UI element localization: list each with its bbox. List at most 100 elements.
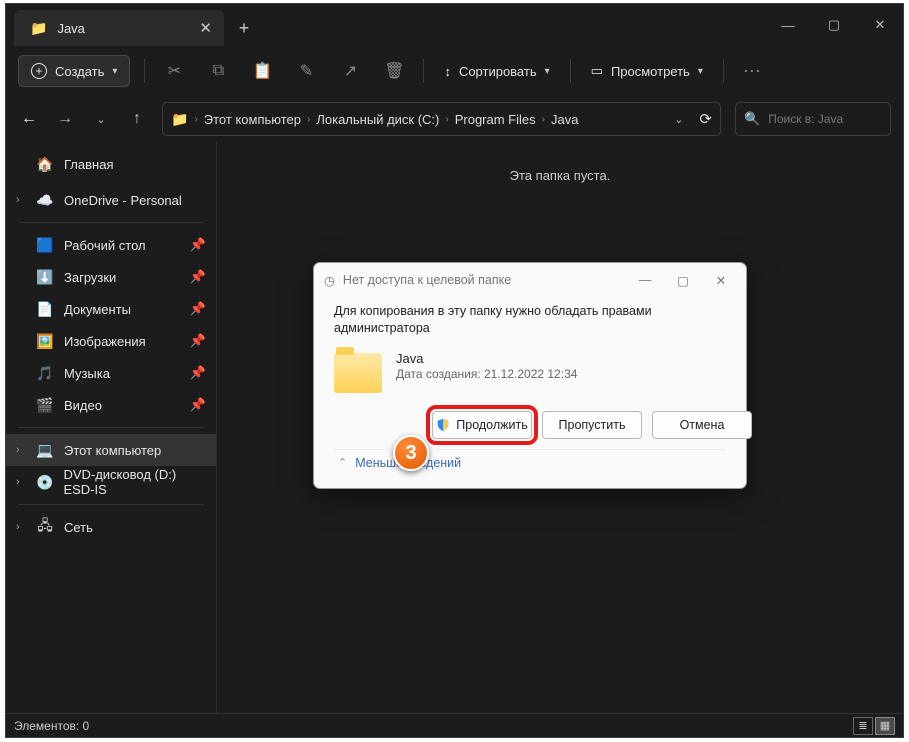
refresh-button[interactable]: ⟳ — [699, 110, 712, 128]
skip-button[interactable]: Пропустить — [542, 411, 642, 439]
forward-button[interactable]: → — [54, 110, 76, 128]
tab-java[interactable]: 📁 Java ✕ — [14, 10, 224, 46]
delete-icon[interactable]: 🗑 — [379, 61, 409, 81]
cancel-button[interactable]: Отмена — [652, 411, 752, 439]
search-box[interactable]: 🔍 — [735, 102, 891, 136]
chevron-right-icon[interactable]: › — [16, 476, 20, 488]
search-input[interactable] — [768, 112, 882, 126]
up-button[interactable]: ↑ — [126, 110, 148, 128]
details-view-button[interactable]: ≣ — [853, 717, 873, 735]
dialog-message: Для копирования в эту папку нужно облада… — [334, 303, 726, 337]
separator — [144, 59, 145, 83]
chevron-right-icon[interactable]: › — [16, 194, 20, 206]
sidebar-item-desktop[interactable]: 🟦 Рабочий стол 📌 — [6, 229, 216, 261]
item-count: Элементов: 0 — [14, 719, 89, 733]
minimize-button[interactable]: — — [765, 4, 811, 46]
folder-icon: 📁 — [171, 111, 188, 128]
close-window-button[interactable]: ✕ — [857, 4, 903, 46]
home-icon: 🏠 — [36, 156, 54, 173]
chevron-right-icon: › — [307, 114, 310, 125]
sidebar-item-label: Главная — [64, 157, 113, 172]
sidebar-item-documents[interactable]: 📄 Документы 📌 — [6, 293, 216, 325]
rename-icon[interactable]: ✎ — [291, 61, 321, 81]
create-button[interactable]: + Создать ▾ — [18, 55, 130, 87]
plus-icon: + — [31, 63, 47, 79]
maximize-button[interactable]: ▢ — [811, 4, 857, 46]
sidebar-item-home[interactable]: 🏠 Главная — [6, 148, 216, 180]
sidebar-item-label: Загрузки — [64, 270, 116, 285]
close-tab-icon[interactable]: ✕ — [199, 19, 212, 37]
sidebar-item-label: Этот компьютер — [64, 443, 161, 458]
separator — [723, 59, 724, 83]
paste-icon[interactable]: 📋 — [247, 61, 277, 81]
address-dropdown-icon[interactable]: ⌄ — [674, 113, 683, 126]
sidebar-item-label: Рабочий стол — [64, 238, 146, 253]
sidebar-item-downloads[interactable]: ⬇️ Загрузки 📌 — [6, 261, 216, 293]
separator — [423, 59, 424, 83]
breadcrumb-this-pc[interactable]: Этот компьютер › — [204, 112, 311, 127]
view-icon: ▭ — [591, 63, 603, 79]
sidebar-item-label: Изображения — [64, 334, 146, 349]
sort-dropdown[interactable]: ↕ Сортировать ▾ — [438, 55, 555, 87]
view-dropdown[interactable]: ▭ Просмотреть ▾ — [585, 55, 709, 87]
pin-icon: 📌 — [190, 269, 206, 285]
view-label: Просмотреть — [611, 64, 690, 79]
access-denied-dialog: ◷ Нет доступа к целевой папке — ▢ ✕ Для … — [313, 262, 747, 489]
nav-row: ← → ⌄ ↑ 📁 › Этот компьютер › Локальный д… — [6, 96, 903, 142]
sidebar-item-dvd[interactable]: › 💿 DVD-дисковод (D:) ESD-IS — [6, 466, 216, 498]
chevron-right-icon: › — [194, 114, 197, 125]
dialog-title: Нет доступа к целевой папке — [343, 273, 511, 287]
sidebar-item-onedrive[interactable]: › ☁️ OneDrive - Personal — [6, 184, 216, 216]
dialog-maximize-button[interactable]: ▢ — [668, 273, 698, 288]
sidebar-item-label: DVD-дисковод (D:) ESD-IS — [63, 467, 206, 497]
button-label: Пропустить — [559, 418, 626, 432]
dialog-close-button[interactable]: ✕ — [706, 273, 736, 288]
large-icons-view-button[interactable]: ▦ — [875, 717, 895, 735]
share-icon[interactable]: ↗ — [335, 61, 365, 81]
breadcrumb-drive-c[interactable]: Локальный диск (C:) › — [316, 112, 448, 127]
copy-icon[interactable]: ⧉ — [203, 62, 233, 80]
videos-icon: 🎬 — [36, 397, 54, 414]
chevron-down-icon: ▾ — [698, 66, 703, 77]
button-label: Продолжить — [456, 418, 527, 432]
dialog-minimize-button[interactable]: — — [630, 273, 660, 287]
recent-button[interactable]: ⌄ — [90, 113, 112, 126]
folder-date: Дата создания: 21.12.2022 12:34 — [396, 367, 577, 381]
separator — [18, 427, 204, 428]
chevron-down-icon: ▾ — [112, 66, 117, 77]
continue-button[interactable]: Продолжить — [432, 411, 532, 439]
sidebar-item-videos[interactable]: 🎬 Видео 📌 — [6, 389, 216, 421]
sidebar-item-label: Видео — [64, 398, 102, 413]
sidebar-item-label: OneDrive - Personal — [64, 193, 182, 208]
titlebar: 📁 Java ✕ + — ▢ ✕ — [6, 4, 903, 46]
new-tab-button[interactable]: + — [224, 10, 264, 46]
more-button[interactable]: ⋯ — [738, 61, 768, 82]
sidebar-item-label: Сеть — [64, 520, 93, 535]
sidebar-item-this-pc[interactable]: › 💻 Этот компьютер — [6, 434, 216, 466]
back-button[interactable]: ← — [18, 110, 40, 128]
chevron-right-icon[interactable]: › — [16, 521, 20, 533]
disc-icon: 💿 — [36, 474, 53, 491]
cut-icon[interactable]: ✂ — [159, 61, 189, 81]
sort-label: Сортировать — [459, 64, 537, 79]
sidebar-item-network[interactable]: › 🖧 Сеть — [6, 511, 216, 543]
sort-icon: ↕ — [444, 64, 451, 79]
search-icon: 🔍 — [744, 111, 760, 127]
breadcrumb-program-files[interactable]: Program Files › — [455, 112, 545, 127]
chevron-right-icon[interactable]: › — [16, 444, 20, 456]
chevron-right-icon: › — [542, 114, 545, 125]
onedrive-icon: ☁️ — [36, 192, 54, 209]
sidebar-item-pictures[interactable]: 🖼️ Изображения 📌 — [6, 325, 216, 357]
create-label: Создать — [55, 64, 104, 79]
sidebar-item-label: Документы — [64, 302, 131, 317]
breadcrumb-java[interactable]: Java — [551, 112, 578, 127]
status-bar: Элементов: 0 ≣ ▦ — [6, 713, 903, 737]
pin-icon: 📌 — [190, 397, 206, 413]
sidebar: 🏠 Главная › ☁️ OneDrive - Personal 🟦 Раб… — [6, 142, 216, 713]
pc-icon: 💻 — [36, 442, 54, 459]
window-controls: — ▢ ✕ — [765, 4, 903, 46]
pin-icon: 📌 — [190, 301, 206, 317]
sidebar-item-music[interactable]: 🎵 Музыка 📌 — [6, 357, 216, 389]
address-bar[interactable]: 📁 › Этот компьютер › Локальный диск (C:)… — [162, 102, 721, 136]
tab-title: Java — [57, 21, 84, 36]
